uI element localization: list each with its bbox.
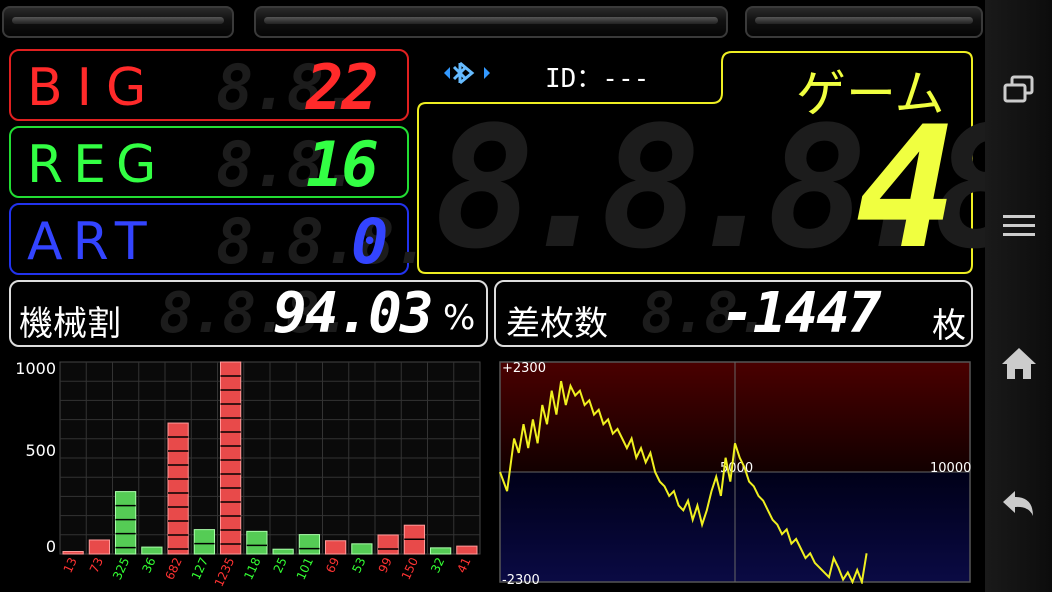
menu-button[interactable] [985,196,1052,256]
bar-1235 [220,361,242,555]
bar-xtick-label: 36 [139,555,158,575]
difference-unit: 枚 [932,306,966,346]
difference-panel: 差枚数 8.8. -1447 枚 [494,280,973,347]
big-count: 22 [306,51,379,124]
home-button[interactable] [985,334,1052,394]
bar-xtick-label: 1235 [212,555,238,589]
game-ghost-digits: 8.8.8.8. [434,90,1052,286]
top-bar-center [254,6,728,38]
bar-xtick-label: 150 [399,555,421,582]
bar-xtick-label: 53 [349,555,368,575]
bar-xtick-label: 101 [294,555,316,582]
bar-127 [193,529,215,555]
bonus-interval-bar-chart: 1000 500 0 13 73 325 36 682 127 1235 118 25 101 69 53… [15,359,481,589]
line-ymax-label: +2300 [502,361,546,376]
bar-25 [272,548,294,555]
bar-101 [298,534,320,555]
bar-xtick-label: 13 [61,555,80,575]
payout-panel: 機械割 8.8.8. 94.03 % [9,280,488,347]
bar-xtick-label: 69 [323,555,342,575]
reg-count: 16 [306,128,379,201]
big-label: BIG [27,58,161,118]
bar-ytick-label: 0 [46,537,56,556]
big-counter-panel: BIG 8.8. 22 [9,49,409,121]
payout-label: 機械割 [19,304,121,344]
bar-xtick-label: 73 [87,555,106,575]
bar-xtick-label: 118 [241,555,263,582]
art-counter-panel: ART 8.8.8. 0 [9,203,430,278]
bar-41 [456,545,478,555]
line-ymin-label: -2300 [502,573,540,584]
top-bar-left [2,6,234,38]
line-xmax-label: 10000 [930,461,971,476]
reg-label: REG [27,135,167,195]
bar-99 [377,534,399,555]
bar-118 [246,530,268,555]
art-label: ART [27,212,157,272]
payout-unit: % [443,298,476,338]
reg-counter-panel: REG 8.8. 16 [9,126,409,198]
game-panel: ゲーム 8.8.8.8. 4 [416,49,1052,286]
bar-ytick-label: 500 [25,441,56,460]
bar-xtick-label: 682 [162,555,184,582]
bar-xtick-label: 32 [428,555,447,575]
coin-difference-line-chart: +2300 -2300 5000 10000 [499,361,971,584]
bar-73 [88,539,110,555]
bar-325 [115,491,137,555]
art-count: 0 [351,205,388,278]
menu-icon [1002,215,1035,236]
top-bar-right [745,6,983,38]
recent-apps-button[interactable] [985,60,1052,120]
difference-value: -1447 [721,281,882,346]
bar-69 [325,540,347,555]
art-ghost-digits: 8.8.8. [216,205,430,278]
game-count: 4 [856,90,957,286]
bar-xtick-label: 25 [271,555,290,575]
difference-label: 差枚数 [506,304,608,344]
bar-xtick-label: 41 [454,555,473,575]
bar-13 [62,551,84,555]
bar-32 [430,547,452,555]
bar-150 [403,524,425,555]
system-nav-bar [985,0,1052,592]
bar-53 [351,543,373,555]
recent-apps-icon [1003,75,1033,103]
back-button[interactable] [985,474,1052,534]
bar-682 [167,422,189,555]
bar-xtick-label: 325 [110,555,132,582]
bar-xtick-label: 99 [376,555,395,575]
bar-36 [141,546,163,555]
bar-xtick-label: 127 [189,555,211,582]
back-icon [1002,491,1033,516]
payout-rate: 94.03 [273,281,434,346]
bar-ytick-label: 1000 [15,359,56,378]
home-icon [1001,348,1036,379]
